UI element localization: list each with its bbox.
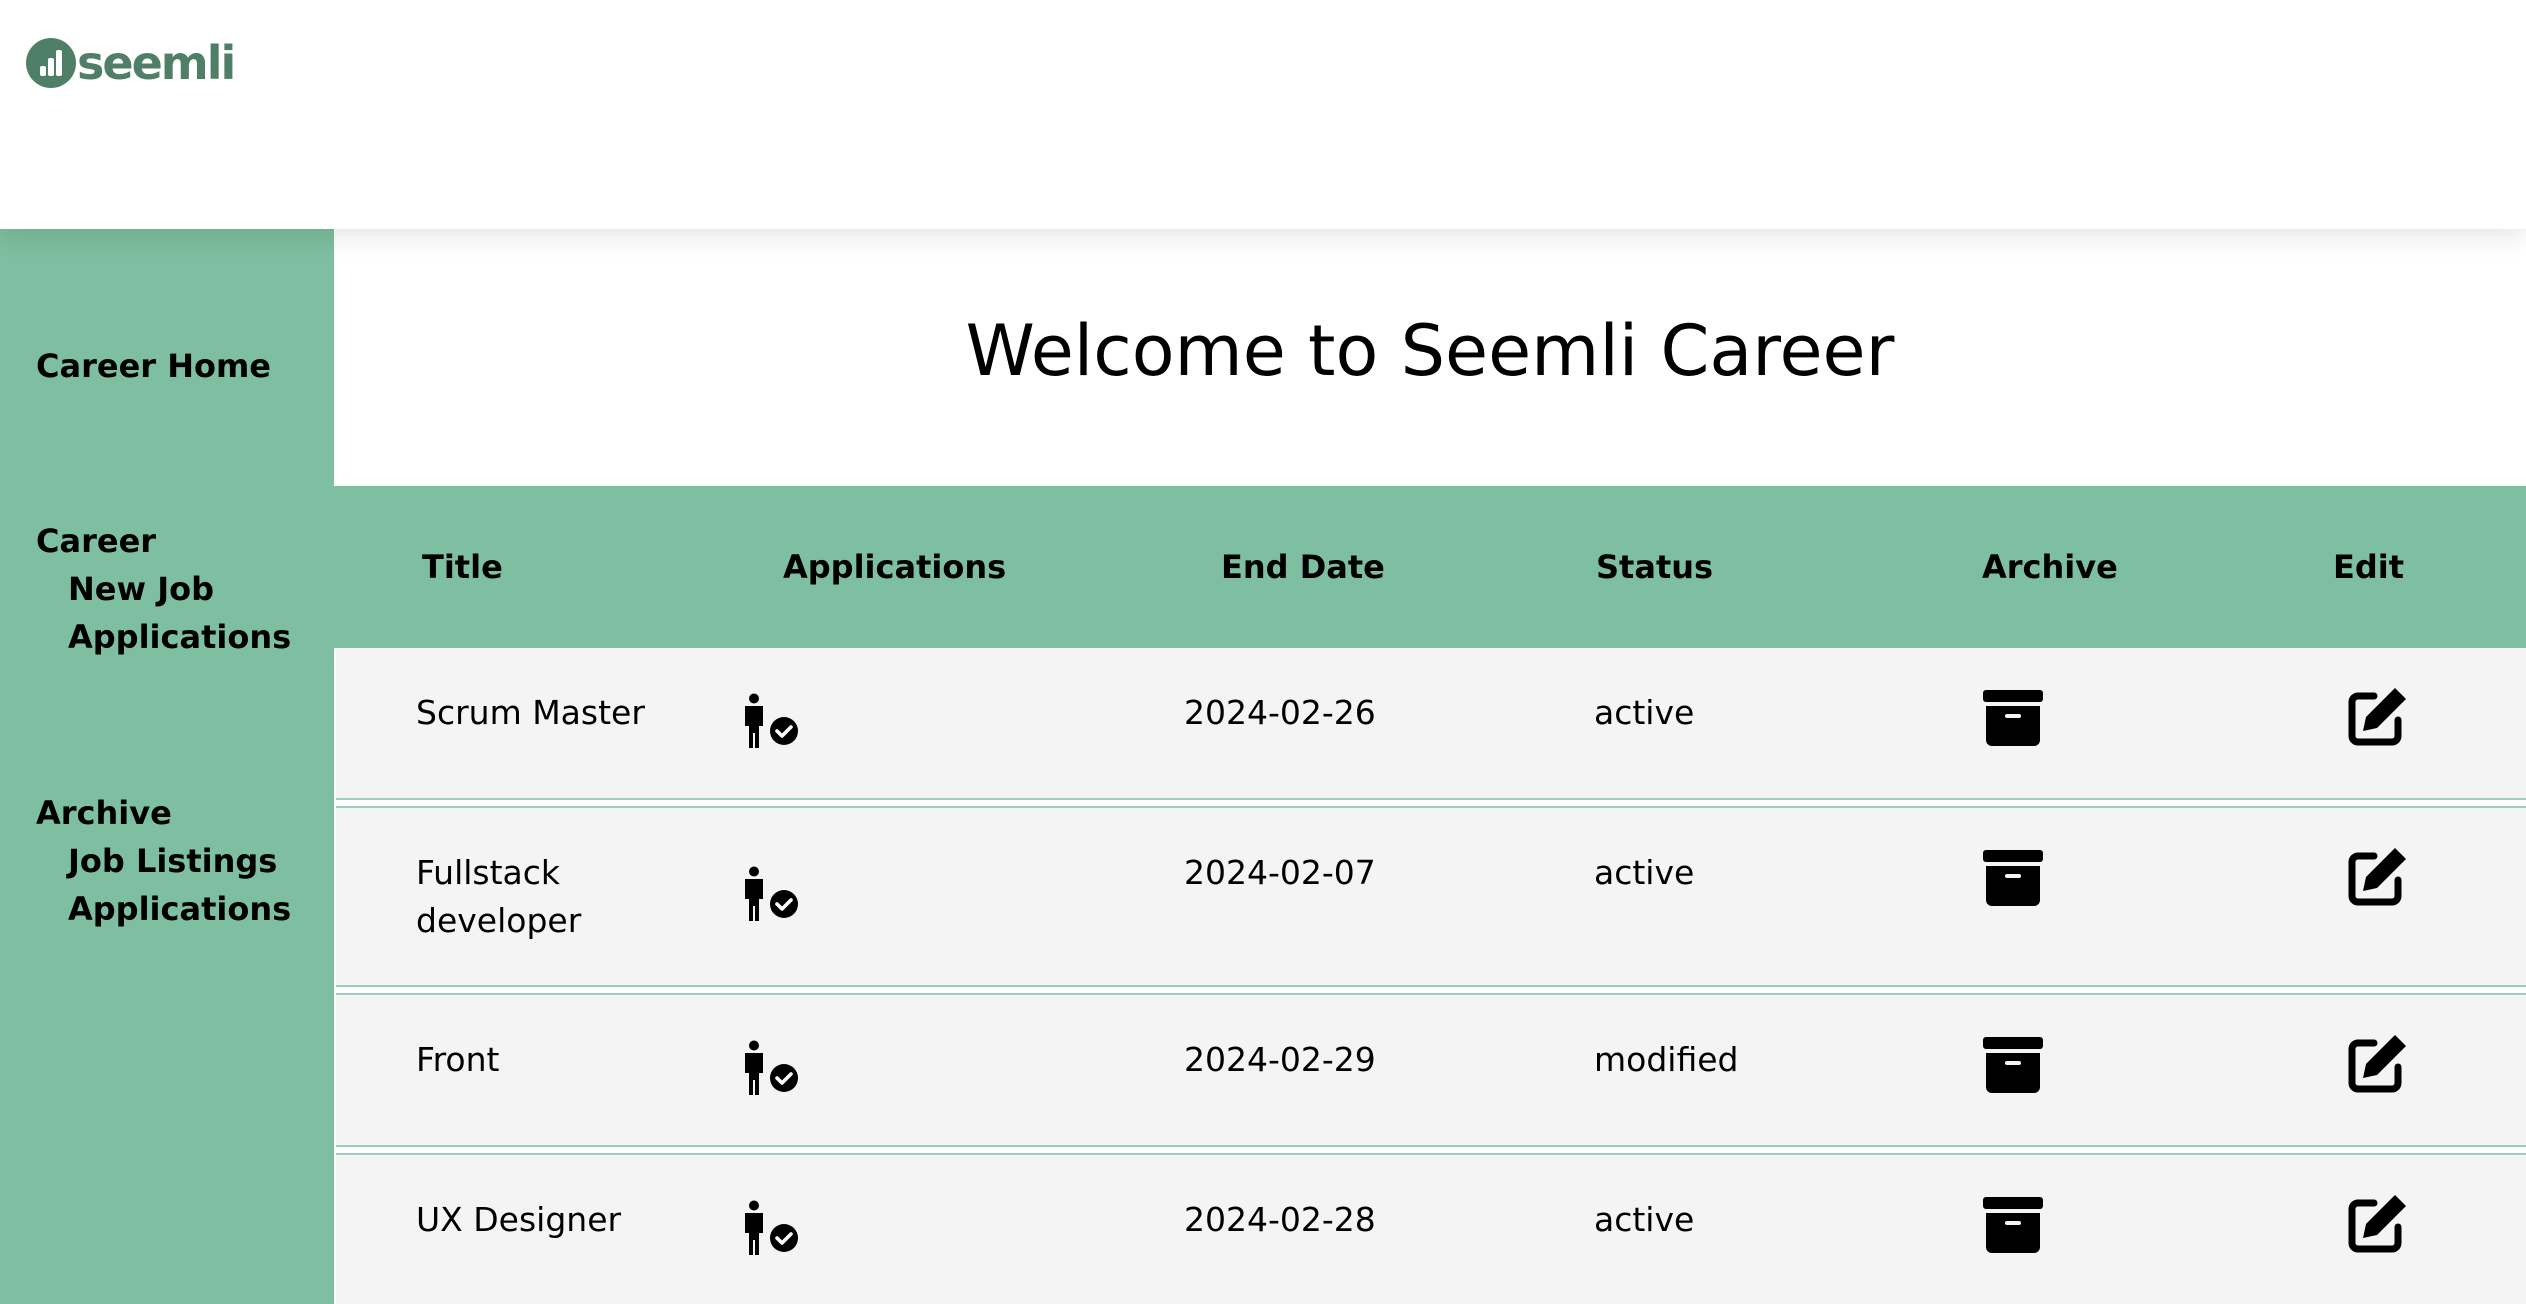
column-header-archive: Archive (1982, 548, 2118, 586)
end-date-cell: 2024-02-29 (1184, 1040, 1376, 1079)
row-divider (336, 1145, 2526, 1155)
job-title-cell: Front (416, 1036, 499, 1084)
table-row: Scrum Master 2024-02-26 active (336, 648, 2526, 798)
end-date-cell: 2024-02-26 (1184, 693, 1376, 732)
sidebar-item-career-home[interactable]: Career Home (36, 342, 271, 390)
main-content: Welcome to Seemli Career Title Applicati… (334, 229, 2526, 1304)
end-date-cell: 2024-02-07 (1184, 853, 1376, 892)
page-title: Welcome to Seemli Career (965, 310, 1895, 392)
status-cell: active (1594, 693, 1695, 732)
archive-box-icon[interactable] (1982, 1197, 2044, 1253)
archive-box-icon[interactable] (1982, 1037, 2044, 1093)
sidebar-item-archived-applications[interactable]: Applications (68, 885, 291, 933)
table-row: Front 2024-02-29 modified (336, 995, 2526, 1145)
row-divider (336, 985, 2526, 995)
logo-chart-icon (26, 38, 76, 88)
job-title-line: developer (416, 901, 582, 940)
status-cell: active (1594, 1200, 1695, 1239)
edit-pen-icon[interactable] (2346, 686, 2408, 748)
table-header: Title Applications End Date Status Archi… (334, 486, 2526, 648)
sidebar: Career Home Career New Job Applications … (0, 229, 334, 1304)
sidebar-item-archived-job-listings[interactable]: Job Listings (68, 837, 277, 885)
edit-pen-icon[interactable] (2346, 1033, 2408, 1095)
job-title-cell: Fullstack developer (416, 849, 581, 945)
column-header-status: Status (1596, 548, 1714, 586)
column-header-edit: Edit (2333, 548, 2405, 586)
job-title-line: UX Designer (416, 1200, 622, 1239)
job-title-cell: Scrum Master (416, 689, 645, 737)
job-title-line: Scrum Master (416, 693, 645, 732)
top-header: seemli (0, 0, 2526, 229)
sidebar-item-applications[interactable]: Applications (68, 613, 291, 661)
edit-pen-icon[interactable] (2346, 1193, 2408, 1255)
person-check-icon[interactable] (740, 1200, 800, 1256)
sidebar-heading-archive: Archive (36, 794, 172, 832)
person-check-icon[interactable] (740, 1040, 800, 1096)
job-title-line: Front (416, 1040, 500, 1079)
archive-box-icon[interactable] (1982, 690, 2044, 746)
end-date-cell: 2024-02-28 (1184, 1200, 1376, 1239)
person-check-icon[interactable] (740, 866, 800, 922)
table-row: Fullstack developer 2024-02-07 active (336, 808, 2526, 985)
job-title-cell: UX Designer (416, 1196, 621, 1244)
status-cell: modified (1594, 1040, 1739, 1079)
edit-pen-icon[interactable] (2346, 846, 2408, 908)
person-check-icon[interactable] (740, 693, 800, 749)
logo-text: seemli (77, 36, 236, 90)
table-body: Scrum Master 2024-02-26 active Fullstack… (334, 648, 2526, 1304)
table-row: UX Designer 2024-02-28 active (336, 1155, 2526, 1304)
column-header-applications: Applications (783, 548, 1007, 586)
sidebar-item-new-job[interactable]: New Job (68, 565, 214, 613)
row-divider (336, 798, 2526, 808)
status-cell: active (1594, 853, 1695, 892)
seemli-logo[interactable]: seemli (26, 36, 236, 90)
column-header-end-date: End Date (1221, 548, 1385, 586)
archive-box-icon[interactable] (1982, 850, 2044, 906)
job-title-line: Fullstack (416, 853, 561, 892)
sidebar-heading-career: Career (36, 522, 157, 560)
column-header-title: Title (422, 548, 503, 586)
